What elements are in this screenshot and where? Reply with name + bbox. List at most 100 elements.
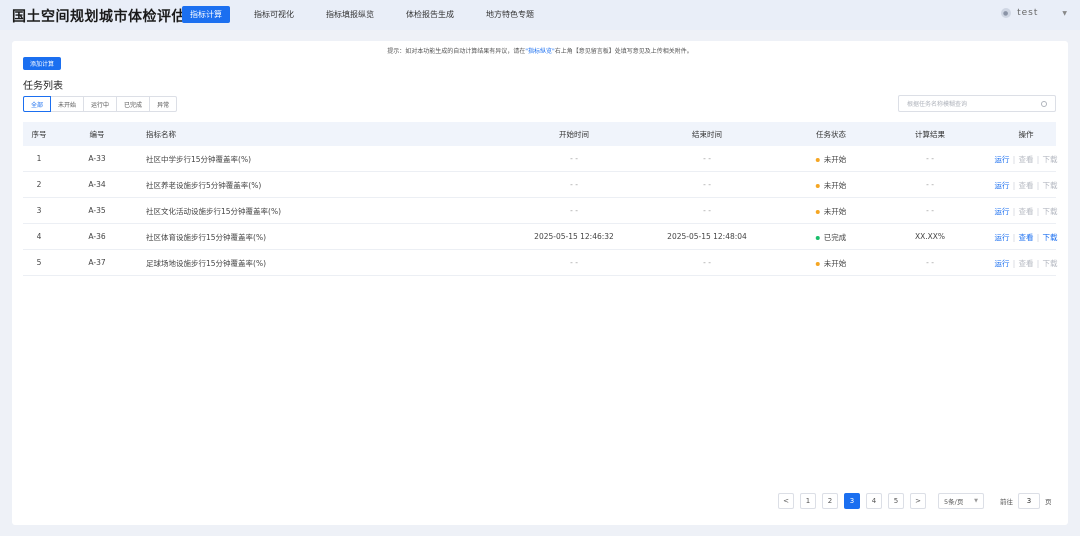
action-divider xyxy=(1013,259,1015,268)
search-icon xyxy=(1041,100,1047,107)
table-row: 5 A-37 足球场地设施步行15分钟覆盖率(%) - - - - - - 未开始 运行 查看下… xyxy=(23,250,1058,276)
cell-index: 2 xyxy=(36,180,42,189)
view-button[interactable]: 查看 xyxy=(1019,154,1034,165)
cell-end-time: - - xyxy=(703,206,711,215)
nav-item-indicator-visualization[interactable]: 指标可视化 xyxy=(246,6,302,23)
cell-name: 社区中学步行15分钟覆盖率(%) xyxy=(146,155,252,164)
row-actions: 运行 查看 下载 xyxy=(995,258,1058,269)
cell-name: 社区文化活动设施步行15分钟覆盖率(%) xyxy=(146,207,282,216)
status-text: 已完成 xyxy=(823,233,847,242)
filter-all[interactable]: 全部 xyxy=(23,96,52,112)
cell-start-time: - - xyxy=(570,180,578,189)
download-button[interactable]: 下载 xyxy=(1043,180,1058,191)
download-button[interactable]: 下载 xyxy=(1043,258,1058,269)
search-input[interactable]: 根据任务名称模糊查询 xyxy=(898,95,1056,112)
col-end-time: 结束时间 xyxy=(692,130,722,139)
view-button[interactable]: 查看 xyxy=(1019,206,1034,217)
status-dot-icon xyxy=(815,157,820,162)
table-row: 1 A-33 社区中学步行15分钟覆盖率(%) - - - - - - 未开始 运行 查看 下载 xyxy=(23,146,1058,172)
prev-page-button[interactable]: < xyxy=(778,493,794,509)
next-page-button[interactable]: > xyxy=(910,493,926,509)
cell-index: 5 xyxy=(36,258,42,267)
status-badge: 未开始 xyxy=(815,154,847,165)
action-divider xyxy=(1013,181,1015,190)
row-actions: 运行 查看 下载 xyxy=(995,154,1058,165)
row-actions: 运行 查看 下载 xyxy=(995,180,1058,191)
row-actions: 运行 查看 下载 xyxy=(995,232,1058,243)
goto-page-input[interactable]: 3 xyxy=(1018,493,1040,509)
cell-start-time: - - xyxy=(570,206,578,215)
cell-start-time: 2025-05-15 12:46:32 xyxy=(534,232,614,241)
run-button[interactable]: 运行 xyxy=(995,154,1010,165)
filter-completed[interactable]: 已完成 xyxy=(116,96,151,112)
filter-not-started[interactable]: 未开始 xyxy=(50,96,85,112)
download-button[interactable]: 下载 xyxy=(1043,154,1058,165)
cell-code: A-35 xyxy=(88,206,106,215)
page-5[interactable]: 5 xyxy=(888,493,904,509)
action-divider xyxy=(1037,181,1039,190)
cell-result: - - xyxy=(926,258,934,267)
cell-name: 足球场地设施步行15分钟覆盖率(%) xyxy=(146,259,267,268)
nav-item-indicator-calc[interactable]: 指标计算 xyxy=(182,6,230,23)
action-divider xyxy=(1013,207,1015,216)
chevron-down-icon: ▼ xyxy=(1062,9,1068,17)
hint-text: 提示：如对本功能生成的自动计算结果有异议，请在"指标纵览"右上角【意见留言板】处… xyxy=(12,46,1068,55)
status-text: 未开始 xyxy=(823,207,847,216)
cell-index: 4 xyxy=(36,232,42,241)
cell-index: 1 xyxy=(36,154,42,163)
page-3[interactable]: 3 xyxy=(844,493,860,509)
goto-prefix: 前往 xyxy=(1000,498,1013,506)
search-placeholder: 根据任务名称模糊查询 xyxy=(907,101,968,108)
user-menu[interactable]: ● test ▼ xyxy=(1001,8,1068,18)
col-name: 指标名称 xyxy=(146,130,176,139)
row-actions: 运行 查看 下载 xyxy=(995,206,1058,217)
user-avatar-icon: ● xyxy=(1001,8,1012,18)
main-nav: 指标计算 指标可视化 指标填报纵览 体检报告生成 地方特色专题 xyxy=(182,6,558,23)
page-2[interactable]: 2 xyxy=(822,493,838,509)
status-dot-icon xyxy=(815,261,820,266)
cell-result: - - xyxy=(926,180,934,189)
page-4[interactable]: 4 xyxy=(866,493,882,509)
nav-item-report-generation[interactable]: 体检报告生成 xyxy=(398,6,462,23)
run-button[interactable]: 运行 xyxy=(995,206,1010,217)
table-row: 4 A-36 社区体育设施步行15分钟覆盖率(%) 2025-05-15 12:46:… xyxy=(23,224,1058,250)
action-divider xyxy=(1037,207,1039,216)
run-button[interactable]: 运行 xyxy=(995,232,1010,243)
status-text: 未开始 xyxy=(823,155,847,164)
page-size-select[interactable]: 5条/页 ▼ xyxy=(938,493,984,509)
table-row: 3 A-35 社区文化活动设施步行15分钟覆盖率(%) - - - - - - 未开始 运行查… xyxy=(23,198,1058,224)
run-button[interactable]: 运行 xyxy=(995,180,1010,191)
cell-result: - - xyxy=(926,206,934,215)
action-divider xyxy=(1037,155,1039,164)
add-calculation-button[interactable]: 添加计算 xyxy=(23,57,62,70)
main-panel: 提示：如对本功能生成的自动计算结果有异议，请在"指标纵览"右上角【意见留言板】处… xyxy=(12,41,1068,525)
status-badge: 已完成 xyxy=(815,232,847,243)
cell-index: 3 xyxy=(36,206,42,215)
action-divider xyxy=(1013,233,1015,242)
action-divider xyxy=(1037,259,1039,268)
filter-error[interactable]: 异常 xyxy=(149,96,178,112)
view-button[interactable]: 查看 xyxy=(1019,232,1034,243)
status-badge: 未开始 xyxy=(815,180,847,191)
username: test xyxy=(1017,8,1039,18)
view-button[interactable]: 查看 xyxy=(1019,180,1034,191)
col-result: 计算结果 xyxy=(915,130,945,139)
cell-code: A-36 xyxy=(88,232,106,241)
page-1[interactable]: 1 xyxy=(800,493,816,509)
run-button[interactable]: 运行 xyxy=(995,258,1010,269)
download-button[interactable]: 下载 xyxy=(1043,232,1058,243)
hint-link[interactable]: "指标纵览" xyxy=(525,48,555,55)
status-text: 未开始 xyxy=(823,181,847,190)
task-list-title: 任务列表 xyxy=(23,81,63,92)
status-text: 未开始 xyxy=(823,259,847,268)
nav-item-indicator-overview[interactable]: 指标填报纵览 xyxy=(318,6,382,23)
chevron-down-icon: ▼ xyxy=(974,498,978,504)
nav-item-local-topics[interactable]: 地方特色专题 xyxy=(478,6,542,23)
download-button[interactable]: 下载 xyxy=(1043,206,1058,217)
filter-running[interactable]: 运行中 xyxy=(83,96,118,112)
cell-name: 社区养老设施步行5分钟覆盖率(%) xyxy=(146,181,262,190)
cell-code: A-34 xyxy=(88,180,106,189)
cell-end-time: - - xyxy=(703,258,711,267)
pagination: < 1 2 3 4 5 > 5条/页 ▼ 前往 3 页 xyxy=(778,493,1052,509)
view-button[interactable]: 查看 xyxy=(1019,258,1034,269)
